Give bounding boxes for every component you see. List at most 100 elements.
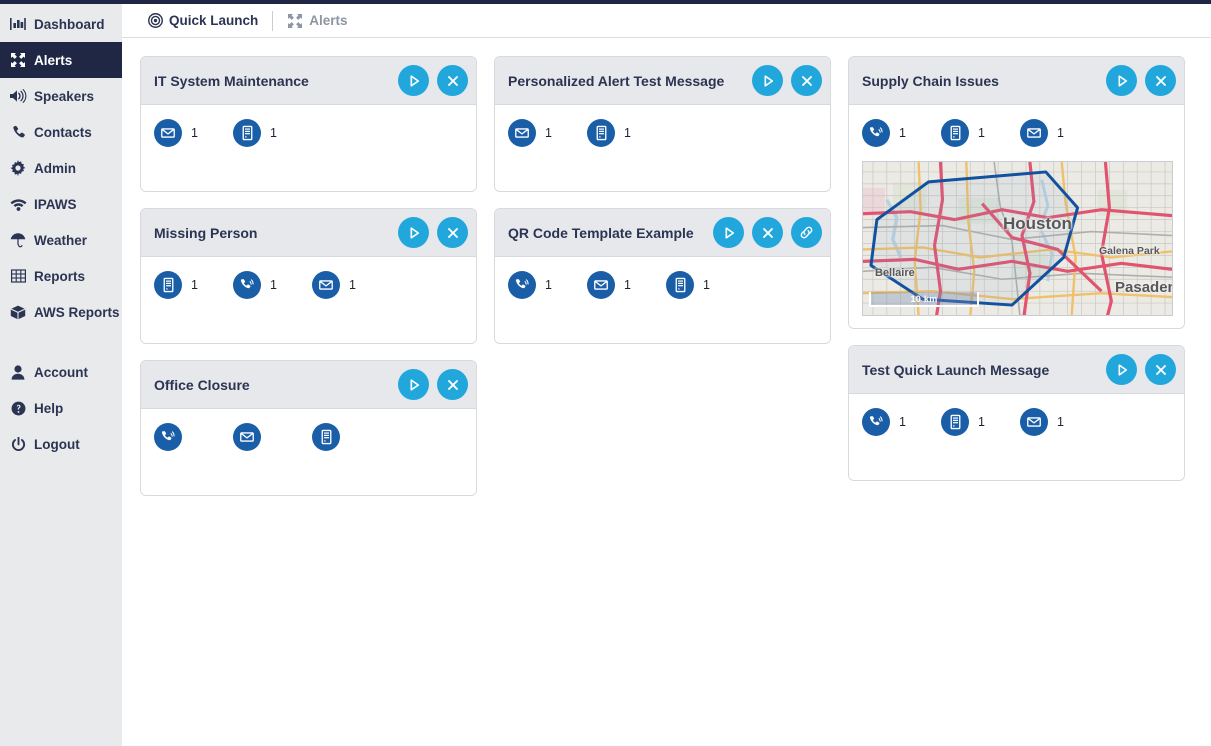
sidebar-item-label: Admin — [34, 160, 76, 176]
card-body: 1 1 1 — [849, 394, 1184, 480]
desktop-icon[interactable] — [666, 271, 694, 299]
email-icon[interactable] — [312, 271, 340, 299]
launch-button[interactable] — [1106, 65, 1137, 96]
email-icon[interactable] — [233, 423, 261, 451]
tab-alerts[interactable]: Alerts — [273, 4, 361, 38]
channel-count: 1 — [349, 278, 356, 292]
desktop-icon[interactable] — [312, 423, 340, 451]
link-button[interactable] — [791, 217, 822, 248]
map-place-label: Galena Park — [1099, 245, 1160, 257]
phone-wave-icon[interactable] — [233, 271, 261, 299]
channel-desktop: 1 — [154, 271, 233, 299]
bar-chart-icon — [8, 15, 28, 33]
card-actions — [398, 65, 468, 96]
quick-launch-card-personalized-alert-test-message: Personalized Alert Test Message 1 1 — [494, 56, 831, 192]
card-body: 1 1 1 — [495, 257, 830, 343]
table-icon — [8, 267, 28, 285]
question-circle-icon — [8, 399, 28, 417]
launch-button[interactable] — [398, 369, 429, 400]
channel-row: 1 1 1 — [862, 408, 1171, 436]
cancel-button[interactable] — [752, 217, 783, 248]
card-actions — [1106, 65, 1176, 96]
desktop-icon[interactable] — [941, 119, 969, 147]
sidebar-item-logout[interactable]: Logout — [0, 426, 122, 462]
sidebar-item-label: Reports — [34, 268, 86, 284]
channel-desktop: 1 — [941, 408, 1020, 436]
sidebar-item-aws-reports[interactable]: AWS Reports — [0, 294, 122, 330]
email-icon[interactable] — [587, 271, 615, 299]
channel-count: 1 — [899, 415, 906, 429]
sidebar-item-label: IPAWS — [34, 196, 77, 212]
cancel-button[interactable] — [791, 65, 822, 96]
channel-email: 1 — [312, 271, 391, 299]
desktop-icon[interactable] — [941, 408, 969, 436]
channel-email: 1 — [587, 271, 666, 299]
card-body — [141, 409, 476, 495]
gear-icon — [8, 159, 28, 177]
quick-launch-card-missing-person: Missing Person 1 1 1 — [140, 208, 477, 344]
channel-count: 1 — [545, 126, 552, 140]
desktop-icon[interactable] — [154, 271, 182, 299]
channel-email: 1 — [1020, 408, 1099, 436]
alert-area-map[interactable]: Houston Galena Park Bellaire Pasadena 10 km — [862, 161, 1173, 316]
main-content: Quick Launch Alerts IT System Maintenance… — [122, 4, 1211, 746]
sidebar-item-reports[interactable]: Reports — [0, 258, 122, 294]
channel-desktop: 1 — [666, 271, 745, 299]
launch-button[interactable] — [752, 65, 783, 96]
card-body: 11 — [495, 105, 830, 191]
map-place-label: Pasadena — [1115, 279, 1172, 296]
sidebar-item-speakers[interactable]: Speakers — [0, 78, 122, 114]
card-actions — [398, 217, 468, 248]
sidebar-item-ipaws[interactable]: IPAWS — [0, 186, 122, 222]
channel-email: 1 — [154, 119, 233, 147]
phone-wave-icon[interactable] — [508, 271, 536, 299]
sidebar-item-alerts[interactable]: Alerts — [0, 42, 133, 78]
phone-wave-icon[interactable] — [862, 408, 890, 436]
cancel-button[interactable] — [437, 65, 468, 96]
launch-button[interactable] — [398, 65, 429, 96]
desktop-icon[interactable] — [233, 119, 261, 147]
launch-button[interactable] — [713, 217, 744, 248]
card-header: QR Code Template Example — [495, 209, 830, 257]
sidebar-item-weather[interactable]: Weather — [0, 222, 122, 258]
channel-phone — [154, 423, 233, 451]
tab-quick-launch[interactable]: Quick Launch — [134, 4, 272, 38]
sidebar-item-label: AWS Reports — [34, 304, 120, 320]
channel-row: 11 — [154, 119, 463, 147]
sidebar-item-label: Help — [34, 400, 64, 416]
desktop-icon[interactable] — [587, 119, 615, 147]
channel-count: 1 — [191, 126, 198, 140]
email-icon[interactable] — [508, 119, 536, 147]
launch-button[interactable] — [1106, 354, 1137, 385]
email-icon[interactable] — [1020, 119, 1048, 147]
quick-launch-card-supply-chain-issues: Supply Chain Issues 1 1 1 Houston Galena Park… — [848, 56, 1185, 329]
channel-count: 1 — [624, 278, 631, 292]
cancel-button[interactable] — [1145, 354, 1176, 385]
map-place-label: Houston — [1003, 214, 1072, 233]
channel-count: 1 — [545, 278, 552, 292]
card-body: 1 1 1 Houston Galena Park Bellaire Pasadena 10 … — [849, 105, 1184, 328]
sidebar-item-label: Weather — [34, 232, 88, 248]
channel-row: 1 1 1 — [154, 271, 463, 299]
channel-count: 1 — [978, 415, 985, 429]
sidebar-item-contacts[interactable]: Contacts — [0, 114, 122, 150]
cancel-button[interactable] — [437, 369, 468, 400]
phone-wave-icon[interactable] — [862, 119, 890, 147]
map-place-label: Bellaire — [875, 267, 915, 279]
phone-icon — [8, 123, 28, 141]
channel-phone: 1 — [862, 119, 941, 147]
sidebar-item-label: Speakers — [34, 88, 95, 104]
email-icon[interactable] — [154, 119, 182, 147]
sidebar-item-admin[interactable]: Admin — [0, 150, 122, 186]
sidebar-item-help[interactable]: Help — [0, 390, 122, 426]
phone-wave-icon[interactable] — [154, 423, 182, 451]
sidebar-item-account[interactable]: Account — [0, 354, 122, 390]
sidebar-item-dashboard[interactable]: Dashboard — [0, 6, 122, 42]
channel-phone: 1 — [508, 271, 587, 299]
cancel-button[interactable] — [1145, 65, 1176, 96]
launch-button[interactable] — [398, 217, 429, 248]
card-header: Office Closure — [141, 361, 476, 409]
card-title: Supply Chain Issues — [862, 72, 999, 89]
cancel-button[interactable] — [437, 217, 468, 248]
email-icon[interactable] — [1020, 408, 1048, 436]
